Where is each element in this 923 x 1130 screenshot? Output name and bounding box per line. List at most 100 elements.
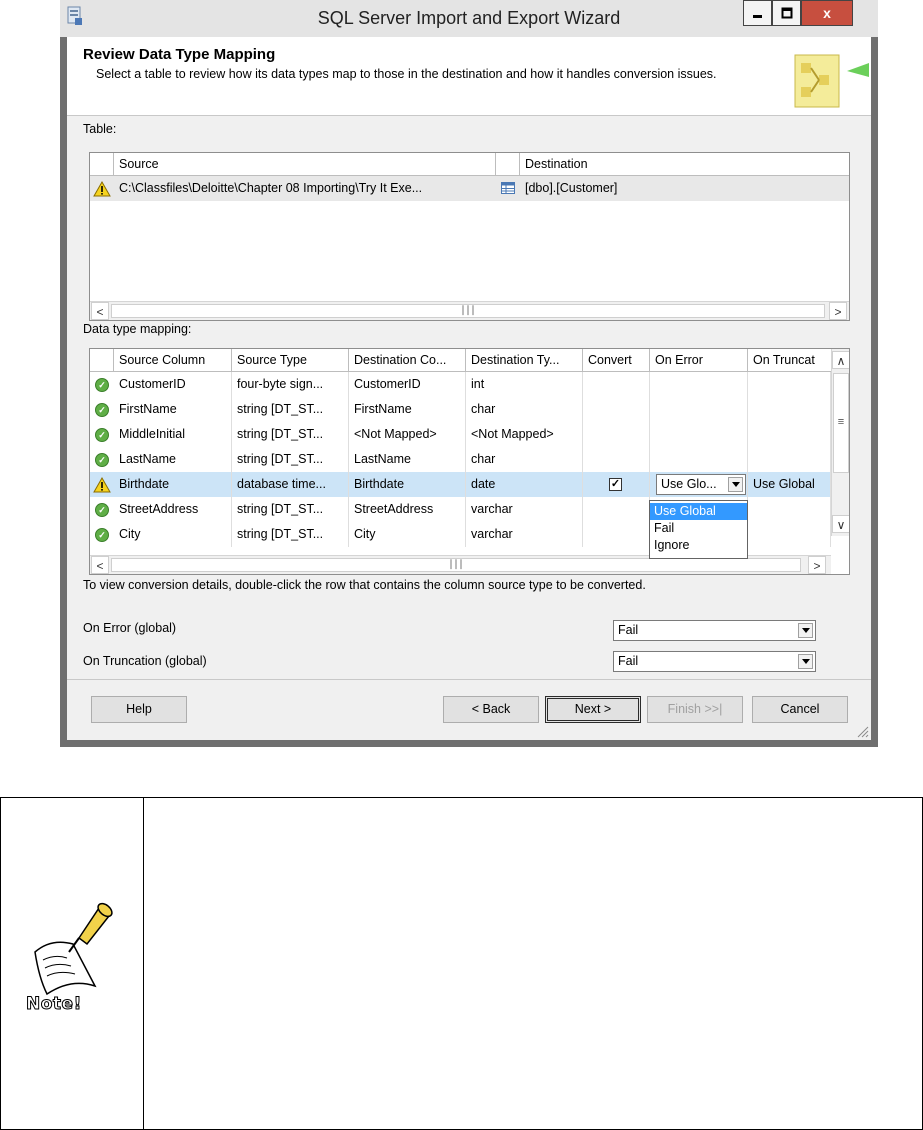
destination-column-cell: StreetAddress — [349, 497, 466, 522]
page-description: Select a table to review how its data ty… — [96, 67, 717, 81]
mapping-header-on-truncation[interactable]: On Truncat — [748, 349, 831, 371]
scrollbar-thumb[interactable]: ∣∣∣ — [111, 304, 825, 318]
on-error-dropdown-list[interactable]: Use Global Fail Ignore — [649, 500, 748, 559]
success-check-icon: ✓ — [90, 497, 114, 522]
convert-checkbox[interactable]: ✓ — [609, 478, 622, 491]
destination-type-cell: <Not Mapped> — [466, 422, 583, 447]
wizard-client-area: Review Data Type Mapping Select a table … — [67, 37, 871, 740]
on-truncation-cell[interactable] — [748, 497, 831, 522]
on-error-value: Use Glo... — [661, 477, 717, 491]
mapping-header-destination-column[interactable]: Destination Co... — [349, 349, 466, 371]
on-truncation-cell[interactable] — [748, 422, 831, 447]
on-error-global-select[interactable]: Fail — [613, 620, 816, 641]
on-error-global-value: Fail — [618, 623, 639, 637]
finish-button[interactable]: Finish >>| — [647, 696, 743, 723]
mapping-row[interactable]: ✓ FirstName string [DT_ST... FirstName char — [90, 397, 831, 422]
convert-cell[interactable] — [583, 397, 650, 422]
on-error-cell[interactable]: Use Glo... — [650, 472, 748, 497]
destination-type-cell: date — [466, 472, 583, 497]
dropdown-option-fail[interactable]: Fail — [650, 520, 747, 537]
convert-cell[interactable] — [583, 372, 650, 397]
on-truncation-cell[interactable] — [748, 397, 831, 422]
on-error-cell[interactable] — [650, 422, 748, 447]
on-error-cell[interactable] — [650, 447, 748, 472]
success-check-icon: ✓ — [90, 447, 114, 472]
mapping-vertical-scrollbar[interactable]: ∧ ≡ ∨ — [831, 349, 849, 536]
destination-column-cell: City — [349, 522, 466, 547]
on-error-cell[interactable] — [650, 397, 748, 422]
source-type-cell: string [DT_ST... — [232, 422, 349, 447]
table-source-cell: C:\Classfiles\Deloitte\Chapter 08 Import… — [119, 181, 423, 195]
mapping-header-convert[interactable]: Convert — [583, 349, 650, 371]
minimize-button[interactable] — [743, 0, 772, 26]
back-button[interactable]: < Back — [443, 696, 539, 723]
mapping-label: Data type mapping: — [83, 322, 192, 336]
on-error-cell[interactable] — [650, 372, 748, 397]
on-truncation-cell[interactable]: Use Global — [748, 472, 831, 497]
table-horizontal-scrollbar[interactable]: < ∣∣∣ > — [90, 301, 849, 320]
on-truncation-cell[interactable] — [748, 447, 831, 472]
resize-grip-icon[interactable] — [855, 724, 869, 738]
conversion-hint: To view conversion details, double-click… — [83, 578, 646, 592]
source-type-cell: string [DT_ST... — [232, 397, 349, 422]
on-truncation-global-value: Fail — [618, 654, 639, 668]
on-truncation-cell[interactable] — [748, 372, 831, 397]
mapping-header-icon-col — [90, 349, 114, 371]
scroll-down-icon[interactable]: ∨ — [832, 515, 849, 533]
maximize-button[interactable] — [772, 0, 801, 26]
convert-cell[interactable]: ✓ — [583, 472, 650, 497]
chevron-down-icon[interactable] — [728, 477, 743, 492]
cancel-button[interactable]: Cancel — [752, 696, 848, 723]
scroll-right-icon[interactable]: > — [808, 556, 826, 574]
on-truncation-global-select[interactable]: Fail — [613, 651, 816, 672]
mapping-header-source-column[interactable]: Source Column — [114, 349, 232, 371]
convert-cell[interactable] — [583, 497, 650, 522]
next-button[interactable]: Next > — [545, 696, 641, 723]
wizard-header: Review Data Type Mapping Select a table … — [67, 37, 871, 116]
source-column-cell: Birthdate — [114, 472, 232, 497]
chevron-down-icon[interactable] — [798, 623, 813, 638]
dropdown-option-use-global[interactable]: Use Global — [650, 503, 747, 520]
table-header-destination[interactable]: Destination — [520, 153, 849, 175]
destination-column-cell: CustomerID — [349, 372, 466, 397]
scroll-left-icon[interactable]: < — [91, 556, 109, 574]
mapping-header-on-error[interactable]: On Error — [650, 349, 748, 371]
chevron-down-icon[interactable] — [798, 654, 813, 669]
vertical-scrollbar-thumb[interactable]: ≡ — [833, 373, 849, 473]
destination-column-cell: <Not Mapped> — [349, 422, 466, 447]
source-column-cell: MiddleInitial — [114, 422, 232, 447]
scroll-left-icon[interactable]: < — [91, 302, 109, 320]
wizard-graphic-icon — [794, 54, 869, 108]
table-grid[interactable]: Source Destination C:\Classfiles\Deloitt… — [89, 152, 850, 321]
scrollbar-thumb[interactable]: ∣∣∣ — [111, 558, 801, 572]
convert-cell[interactable] — [583, 422, 650, 447]
mapping-row[interactable]: Birthdate database time... Birthdate date ✓ U… — [90, 472, 831, 497]
source-column-cell: CustomerID — [114, 372, 232, 397]
table-row[interactable]: C:\Classfiles\Deloitte\Chapter 08 Import… — [90, 176, 849, 201]
on-truncation-cell[interactable] — [748, 522, 831, 547]
footer-divider — [67, 679, 871, 680]
mapping-row[interactable]: ✓ LastName string [DT_ST... LastName char — [90, 447, 831, 472]
mapping-row[interactable]: ✓ CustomerID four-byte sign... CustomerID in… — [90, 372, 831, 397]
dropdown-option-ignore[interactable]: Ignore — [650, 537, 747, 554]
help-button[interactable]: Help — [91, 696, 187, 723]
mapping-header-source-type[interactable]: Source Type — [232, 349, 349, 371]
success-check-icon: ✓ — [90, 422, 114, 447]
destination-column-cell: FirstName — [349, 397, 466, 422]
close-icon: x — [823, 5, 831, 21]
table-header-source[interactable]: Source — [114, 153, 496, 175]
warning-icon — [90, 176, 114, 201]
table-grid-header: Source Destination — [90, 153, 849, 176]
convert-cell[interactable] — [583, 447, 650, 472]
mapping-row[interactable]: ✓ MiddleInitial string [DT_ST... <Not Mappe… — [90, 422, 831, 447]
mapping-header-destination-type[interactable]: Destination Ty... — [466, 349, 583, 371]
title-bar[interactable]: SQL Server Import and Export Wizard x — [60, 0, 878, 37]
table-header-icon-col — [90, 153, 114, 175]
convert-cell[interactable] — [583, 522, 650, 547]
close-button[interactable]: x — [801, 0, 853, 26]
on-truncation-global-label: On Truncation (global) — [83, 654, 207, 668]
scroll-up-icon[interactable]: ∧ — [832, 351, 849, 369]
on-error-select[interactable]: Use Glo... — [656, 474, 746, 495]
table-label: Table: — [83, 122, 117, 136]
scroll-right-icon[interactable]: > — [829, 302, 847, 320]
